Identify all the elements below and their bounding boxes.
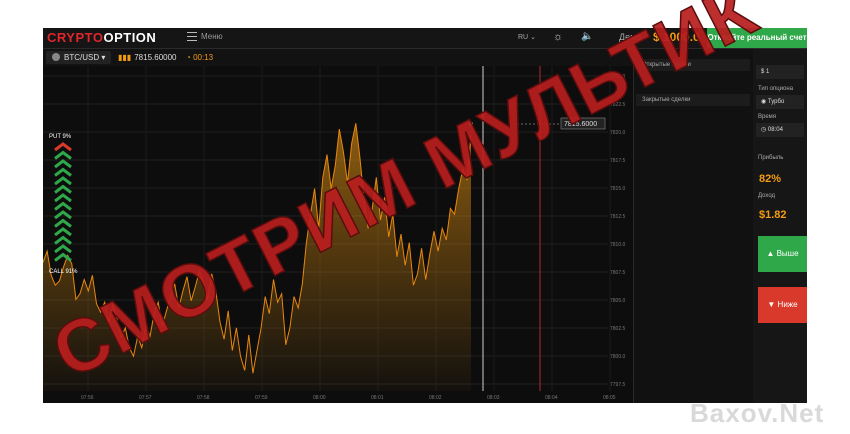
x-tick-label: 07:59: [255, 395, 268, 401]
tab-open-trades[interactable]: Открытые сделки: [636, 59, 750, 71]
sentiment-chevron: [54, 244, 72, 254]
sentiment-chevron: [54, 218, 72, 228]
arrow-down-icon: ▼: [767, 300, 776, 309]
x-tick-label: 07:57: [139, 395, 152, 401]
bitcoin-icon: [52, 53, 60, 61]
expiry-select[interactable]: ◷ 08:04: [756, 123, 804, 137]
price-tag: 7815.6000: [564, 121, 597, 128]
sentiment-chevron: [54, 150, 72, 160]
y-tick-label: 7817.5: [610, 158, 626, 164]
sentiment-indicator: [54, 142, 72, 262]
option-type-label: Тип опциона: [758, 86, 794, 92]
amount-field[interactable]: $ 1: [756, 65, 804, 79]
lower-button[interactable]: ▼ Ниже: [758, 287, 807, 323]
balance: $ 1000.0: [653, 30, 700, 44]
hamburger-icon: [187, 32, 197, 42]
y-tick-label: 7807.5: [610, 270, 626, 276]
sentiment-chevron: [54, 227, 72, 237]
x-tick-label: 07:56: [81, 395, 94, 401]
bars-icon: ▮▮▮: [118, 53, 132, 62]
site-watermark: Baxov.Net: [690, 398, 825, 428]
sentiment-chevron: [54, 176, 72, 186]
menu-button[interactable]: Меню: [187, 32, 223, 42]
sentiment-chevron: [54, 184, 72, 194]
menu-label: Меню: [201, 32, 223, 41]
tab-closed-trades[interactable]: Закрытые сделки: [636, 94, 750, 106]
y-tick-label: 7815.0: [610, 186, 626, 192]
profit-label: Прибыль: [758, 155, 784, 161]
income-label: Доход: [758, 193, 776, 199]
x-tick-label: 08:00: [313, 395, 326, 401]
y-tick-label: 7820.0: [610, 130, 626, 136]
sentiment-chevron: [54, 210, 72, 220]
sentiment-chevron: [54, 142, 72, 152]
call-label: CALL 91%: [49, 269, 78, 275]
x-tick-label: 08:03: [487, 395, 500, 401]
sentiment-chevron: [54, 201, 72, 211]
current-price: ▮▮▮ 7815.60000: [118, 53, 177, 62]
higher-button[interactable]: ▲ Выше: [758, 236, 807, 272]
y-tick-label: 7812.5: [610, 214, 626, 220]
language-select[interactable]: RU ⌄: [518, 33, 536, 41]
sentiment-chevron: [54, 252, 72, 262]
y-tick-label: 7797.5: [610, 382, 626, 388]
sentiment-chevron: [54, 235, 72, 245]
demo-label: Демо: [619, 32, 642, 42]
option-type-select[interactable]: ◉ Турбо: [756, 95, 804, 109]
expiry-timer: ◔ 00:13: [186, 53, 214, 62]
x-tick-label: 07:58: [197, 395, 210, 401]
asset-bar: BTC/USD ▾ ▮▮▮ 7815.60000 ◔ 00:13: [43, 49, 633, 66]
asset-select[interactable]: BTC/USD ▾: [46, 51, 112, 64]
x-tick-label: 08:02: [429, 395, 442, 401]
sun-icon[interactable]: ☼: [553, 31, 563, 43]
x-tick-label: 08:05: [603, 395, 616, 401]
y-tick-label: 7802.5: [610, 326, 626, 332]
clock-icon: ◷: [761, 127, 767, 133]
sentiment-chevron: [54, 167, 72, 177]
y-tick-label: 7810.0: [610, 242, 626, 248]
sentiment-chevron: [54, 193, 72, 203]
arrow-up-icon: ▲: [766, 249, 775, 258]
price-chart-svg: 7815.6000 PUT 9% CALL 91% 7825.0 7822.5 78…: [43, 66, 626, 401]
real-account-button[interactable]: Откройте реальный счет: [707, 28, 807, 48]
trades-panel: Открытые сделки Закрытые сделки: [633, 49, 754, 403]
expiry-label: Время: [758, 114, 777, 120]
income-value: $1.82: [759, 209, 787, 221]
profit-value: 82%: [759, 173, 782, 185]
y-tick-label: 7822.5: [610, 102, 626, 108]
y-tick-label: 7800.0: [610, 354, 626, 360]
sentiment-chevron: [54, 159, 72, 169]
x-tick-label: 08:04: [545, 395, 558, 401]
volume-icon[interactable]: 🔈: [581, 31, 593, 42]
top-bar: CRYPTOOPTION Меню RU ⌄ ☼ 🔈 Демо $ 1000.0…: [43, 28, 807, 49]
logo[interactable]: CRYPTOOPTION: [47, 30, 156, 45]
trading-app: CRYPTOOPTION Меню RU ⌄ ☼ 🔈 Демо $ 1000.0…: [43, 28, 807, 403]
trade-form: $ 1 Тип опциона ◉ Турбо Время ◷ 08:04 Пр…: [753, 49, 807, 403]
current-price-dot: [469, 122, 473, 126]
put-label: PUT 9%: [49, 134, 72, 140]
y-tick-label: 7825.0: [610, 74, 626, 80]
price-chart[interactable]: 7815.6000 PUT 9% CALL 91% 7825.0 7822.5 78…: [43, 66, 633, 403]
y-tick-label: 7805.0: [610, 298, 626, 304]
x-tick-label: 08:01: [371, 395, 384, 401]
